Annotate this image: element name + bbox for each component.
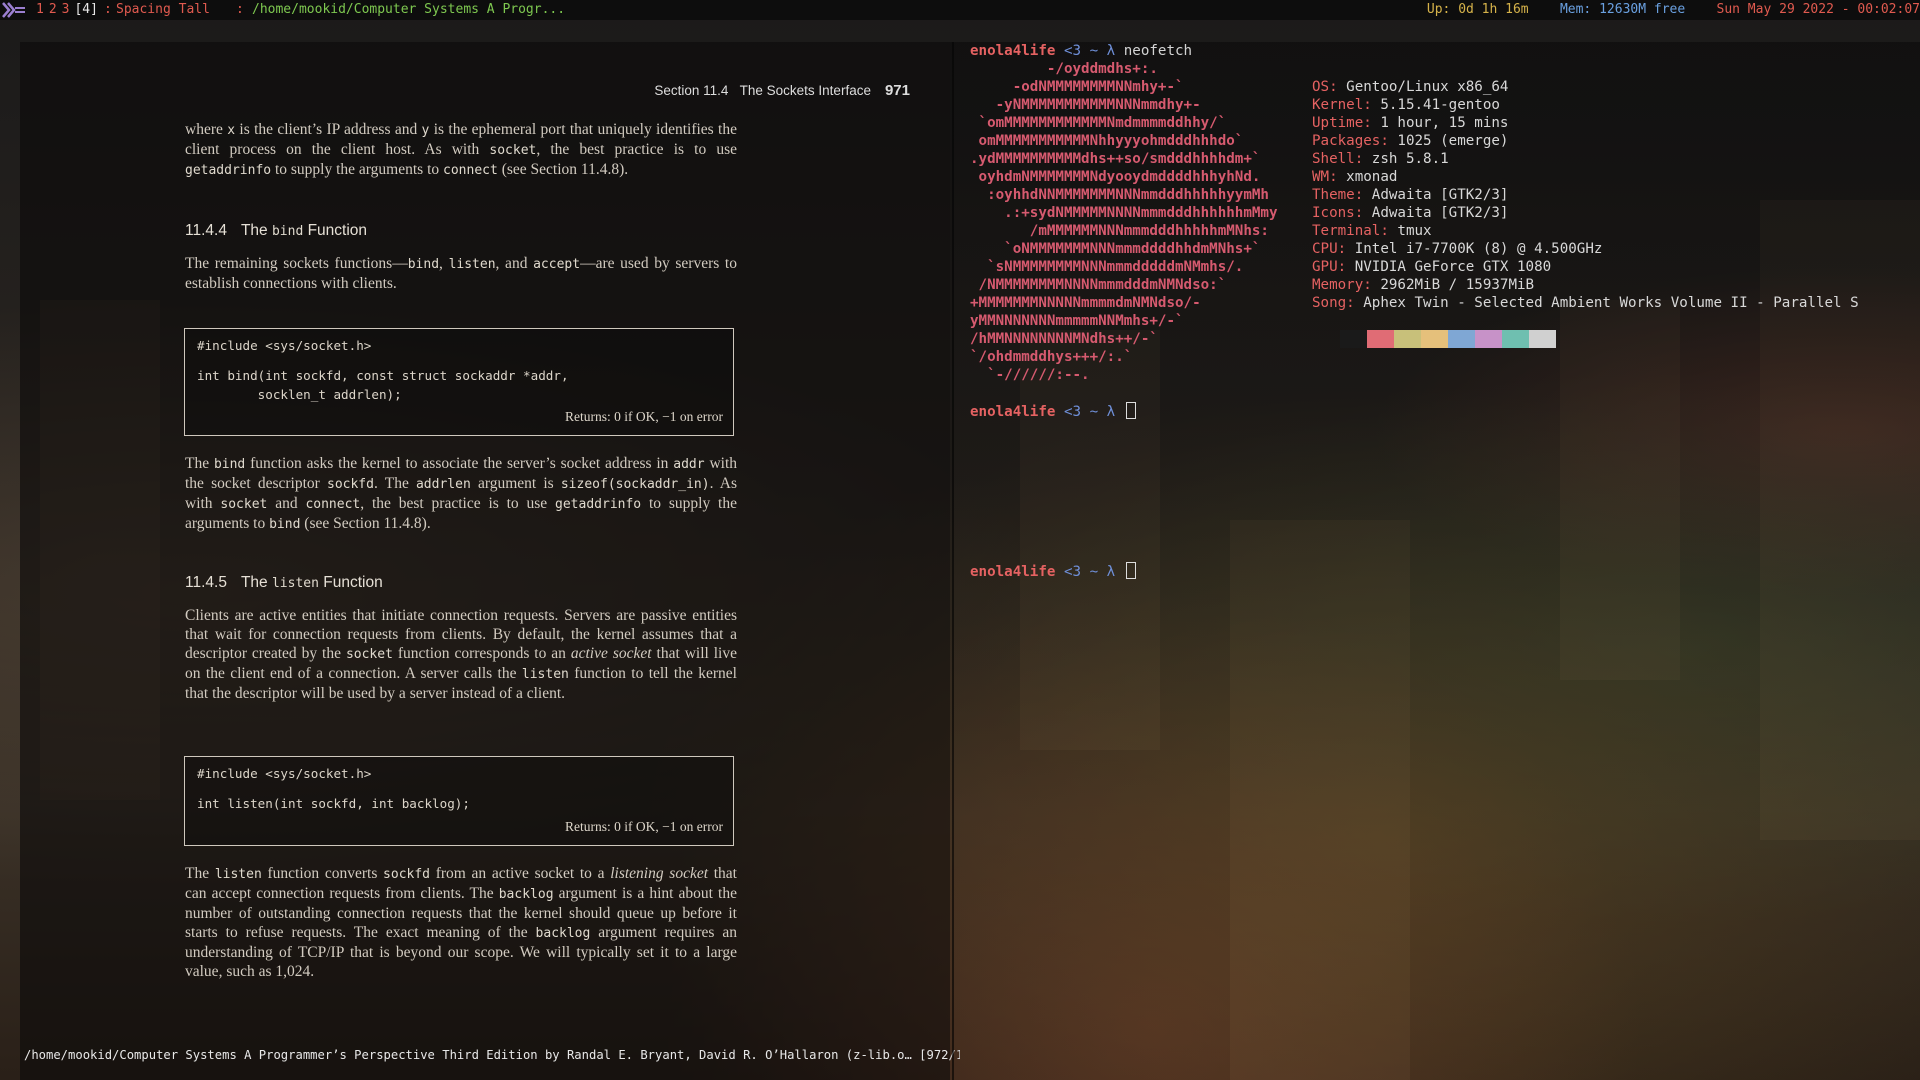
section-heading: 11.4.5 The listen Function (185, 574, 383, 591)
layout-name: Spacing Tall (116, 2, 210, 17)
info-key: Icons: (1312, 205, 1364, 221)
info-value: NVIDIA GeForce GTX 1080 (1346, 259, 1552, 275)
cursor (1125, 562, 1136, 579)
header-section: Section 11.4 (654, 83, 729, 98)
header-title: The Sockets Interface (739, 83, 871, 98)
info-key: Uptime: (1312, 115, 1372, 131)
terminal-window[interactable]: enola4life <3 ~ λ neofetch -/oyddmdhs+:.… (950, 42, 1920, 1080)
info-value: tmux (1388, 223, 1432, 239)
info-row: WM: xmonad (1312, 168, 1859, 186)
code-line: #include <sys/socket.h> (197, 338, 372, 353)
returns-note: Returns: 0 if OK, −1 on error (565, 819, 723, 834)
reader-statusline: /home/mookid/Computer Systems A Programm… (24, 1048, 960, 1062)
paragraph: The remaining sockets functions—bind, li… (185, 255, 737, 292)
code-listing: #include <sys/socket.h> int listen(int s… (184, 756, 734, 846)
paragraph: where x is the client’s IP address and y… (185, 121, 737, 178)
window-title: /home/mookid/Computer Systems A Progr... (252, 2, 566, 17)
uptime-label: Up: 0d 1h 16m (1426, 2, 1529, 17)
info-key: Shell: (1312, 151, 1364, 167)
paragraph: Clients are active entities that initiat… (185, 607, 737, 702)
info-key: WM: (1312, 169, 1338, 185)
info-value: 1025 (emerge) (1388, 133, 1509, 149)
info-key: Theme: (1312, 187, 1364, 203)
info-value: Gentoo/Linux x86_64 (1337, 79, 1509, 95)
info-value: 1 hour, 15 mins (1371, 115, 1509, 131)
datetime-label: Sun May 29 2022 - 00:02:07 (1716, 2, 1920, 17)
info-value: 5.15.41-gentoo (1371, 97, 1500, 113)
color-swatch (1448, 330, 1475, 348)
color-swatch (1340, 330, 1367, 348)
section-heading: 11.4.4 The bind Function (185, 222, 368, 239)
color-swatches (1340, 330, 1556, 348)
paragraph: The listen function converts sockfd from… (185, 865, 737, 980)
info-key: Song: (1312, 295, 1355, 311)
xmonad-logo-icon (2, 2, 25, 18)
prompt-line[interactable]: enola4life <3 ~ λ (970, 562, 1136, 581)
memory-label: Mem: 12630M free (1559, 2, 1686, 17)
info-row: Terminal: tmux (1312, 222, 1859, 240)
color-swatch (1367, 330, 1394, 348)
info-row: GPU: NVIDIA GeForce GTX 1080 (1312, 258, 1859, 276)
page-header: Section 11.4 The Sockets Interface 971 (450, 82, 910, 99)
prompt-line: enola4life <3 ~ λ neofetch (970, 43, 1193, 59)
xmobar-status-bar: 1 2 3 [4] : Spacing Tall : /home/mookid/Com… (0, 0, 1920, 20)
code-line: #include <sys/socket.h> (197, 766, 372, 781)
cursor (1125, 402, 1136, 419)
info-row: CPU: Intel i7-7700K (8) @ 4.500GHz (1312, 240, 1859, 258)
workspace-list: 1 2 3 [4] (36, 0, 103, 20)
info-row: Packages: 1025 (emerge) (1312, 132, 1859, 150)
code-line: int bind(int sockfd, const struct sockad… (197, 368, 569, 383)
info-key: OS: (1312, 79, 1338, 95)
code-line: socklen_t addrlen); (197, 387, 402, 402)
color-swatch (1502, 330, 1529, 348)
workspace-current[interactable]: [4] (74, 2, 97, 17)
returns-note: Returns: 0 if OK, −1 on error (565, 409, 723, 424)
code-listing: #include <sys/socket.h> int bind(int soc… (184, 328, 734, 436)
info-row: Theme: Adwaita [GTK2/3] (1312, 186, 1859, 204)
info-value: Aphex Twin - Selected Ambient Works Volu… (1354, 295, 1859, 311)
info-value: 2962MiB / 15937MiB (1371, 277, 1535, 293)
info-value: Adwaita [GTK2/3] (1363, 205, 1509, 221)
gentoo-ascii-logo: -/oyddmdhs+:. -odNMMMMMMMMNNmhy+-` -yNMM… (970, 61, 1278, 383)
page-number: 971 (884, 82, 910, 99)
info-value: Adwaita [GTK2/3] (1363, 187, 1509, 203)
info-row: Memory: 2962MiB / 15937MiB (1312, 276, 1859, 294)
color-swatch (1529, 330, 1556, 348)
info-value: xmonad (1337, 169, 1398, 185)
neofetch-info: OS: Gentoo/Linux x86_64 Kernel: 5.15.41-g… (1312, 78, 1859, 312)
workspace-1[interactable]: 1 (36, 2, 44, 17)
code-line: int listen(int sockfd, int backlog); (197, 796, 470, 811)
info-key: GPU: (1312, 259, 1347, 275)
info-value: Intel i7-7700K (8) @ 4.500GHz (1346, 241, 1603, 257)
info-row: Song: Aphex Twin - Selected Ambient Work… (1312, 294, 1859, 312)
info-value: zsh 5.8.1 (1363, 151, 1449, 167)
info-row: Kernel: 5.15.41-gentoo (1312, 96, 1859, 114)
color-swatch (1475, 330, 1502, 348)
color-swatch (1421, 330, 1448, 348)
info-row: Uptime: 1 hour, 15 mins (1312, 114, 1859, 132)
info-row: Shell: zsh 5.8.1 (1312, 150, 1859, 168)
paragraph: The bind function asks the kernel to ass… (185, 455, 737, 532)
info-key: CPU: (1312, 241, 1347, 257)
info-row: OS: Gentoo/Linux x86_64 (1312, 78, 1859, 96)
color-swatch (1394, 330, 1421, 348)
info-key: Terminal: (1312, 223, 1389, 239)
system-info: Up: 0d 1h 16m Mem: 12630M free Sun May 2… (1427, 0, 1920, 20)
pdf-reader-window[interactable]: Section 11.4 The Sockets Interface 971 wh… (20, 42, 960, 1080)
separator: : (104, 2, 112, 17)
workspace-2[interactable]: 2 (49, 2, 57, 17)
info-key: Packages: (1312, 133, 1389, 149)
separator: : (236, 2, 244, 17)
command-text: neofetch (1123, 43, 1193, 59)
info-key: Kernel: (1312, 97, 1372, 113)
info-key: Memory: (1312, 277, 1372, 293)
workspace-3[interactable]: 3 (62, 2, 70, 17)
info-row: Icons: Adwaita [GTK2/3] (1312, 204, 1859, 222)
prompt-line[interactable]: enola4life <3 ~ λ (970, 402, 1136, 421)
